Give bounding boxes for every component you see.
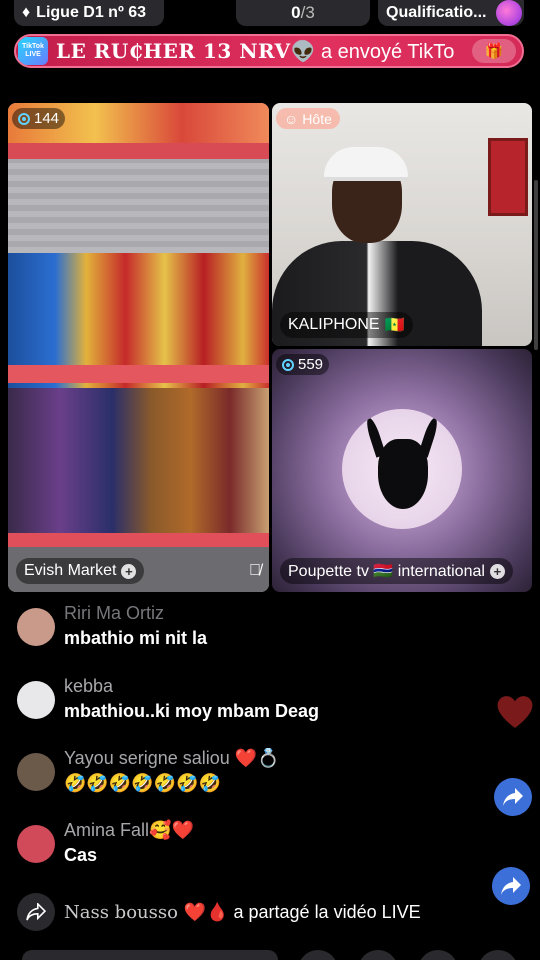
host-badge: ☺ Hôte [276, 108, 340, 129]
comment-username: Amina Fall🥰❤️ [64, 820, 194, 840]
share-outline-icon [26, 903, 46, 921]
host-video-tile[interactable]: ☺ Hôte KALIPHONE 🇸🇳 [272, 103, 532, 346]
share-action: a partagé la vidéo LIVE [228, 901, 421, 922]
qualification-badge-icon [496, 0, 522, 26]
diamond-icon: ♦ [22, 4, 31, 21]
guest-nametag[interactable]: Poupette tv 🇬🇲 international + [280, 558, 513, 584]
wall-poster [488, 138, 528, 216]
host-icon: ☺ [284, 110, 299, 127]
gift-banner[interactable]: TikTok LIVE LE RU₵HER 13 NRV👽 a envoyé T… [14, 34, 524, 68]
host-name: KALIPHONE [288, 316, 380, 333]
qualification-pill[interactable]: Qualificatio... [378, 0, 524, 26]
follow-plus-icon[interactable]: + [121, 563, 137, 579]
video-frame-detail [8, 143, 269, 159]
viewer-count-badge: 144 [12, 108, 66, 129]
guest-avatar [342, 409, 462, 529]
senegal-flag-icon: 🇸🇳 [384, 317, 405, 334]
guest-video-tile-2[interactable]: 559 Poupette tv 🇬🇲 international + [272, 349, 532, 592]
video-frame-detail [8, 365, 269, 383]
host-figure-cap [324, 147, 408, 181]
bottom-action-button[interactable] [298, 950, 338, 960]
avatar-mask [378, 439, 428, 509]
bottom-action-button[interactable] [478, 950, 518, 960]
share-notification-text: Nass bousso ❤️🩸 a partagé la vidéo LIVE [64, 902, 421, 923]
comment-username: Yayou serigne saliou ❤️💍 [64, 748, 280, 768]
gift-alien-icon: 👽 [290, 40, 316, 63]
share-notification[interactable]: Nass bousso ❤️🩸 a partagé la vidéo LIVE [17, 893, 421, 931]
commenter-avatar[interactable] [17, 825, 55, 863]
guest-name: Poupette tv 🇬🇲 international [288, 563, 485, 580]
league-label: Ligue D1 nº 63 [36, 4, 147, 21]
sharer-name: Nass bousso ❤️🩸 [64, 901, 229, 923]
comment-text: mbathiou..ki moy mbam Deag [64, 701, 320, 721]
match-counter: 0/3 [236, 0, 370, 26]
gift-sender: LE RU₵HER 13 NRV [56, 38, 291, 63]
commenter-avatar[interactable] [17, 753, 55, 791]
count-current: 0 [291, 3, 301, 22]
league-pill[interactable]: ♦ Ligue D1 nº 63 [14, 0, 164, 26]
share-arrow-icon [501, 877, 521, 895]
qualification-label: Qualificatio... [386, 4, 487, 21]
viewer-icon [282, 358, 294, 371]
comment-text: 🤣🤣🤣🤣🤣🤣🤣 [64, 773, 221, 793]
comment-item[interactable]: kebba mbathiou..ki moy mbam Deag [17, 676, 319, 722]
gift-box-icon[interactable]: 🎁 [472, 39, 516, 63]
gift-banner-text: LE RU₵HER 13 NRV👽 a envoyé TikTo [56, 39, 456, 64]
guest-video-tile-1[interactable]: 144 Evish Market + 🎙̸ [8, 103, 269, 592]
viewer-count: 144 [34, 110, 60, 127]
commenter-avatar[interactable] [17, 608, 55, 646]
viewer-icon [18, 112, 30, 125]
gift-action: a envoyé TikTo [315, 40, 455, 63]
viewer-count: 559 [298, 356, 324, 373]
comment-text: mbathio mi nit la [64, 628, 208, 648]
share-arrow-icon [503, 788, 523, 806]
scroll-indicator[interactable] [534, 180, 538, 350]
commenter-avatar[interactable] [17, 681, 55, 719]
host-nametag[interactable]: KALIPHONE 🇸🇳 [280, 312, 413, 338]
comment-text: Cas [64, 845, 98, 865]
comment-item[interactable]: Yayou serigne saliou ❤️💍 🤣🤣🤣🤣🤣🤣🤣 [17, 748, 280, 794]
comment-username: kebba [64, 676, 114, 696]
bottom-action-button[interactable] [418, 950, 458, 960]
tiktok-live-logo-icon: TikTok LIVE [18, 37, 48, 65]
host-label: Hôte [302, 110, 332, 127]
comment-username: Riri Ma Ortiz [64, 603, 164, 623]
video-frame-detail [8, 388, 269, 543]
comment-item[interactable]: Riri Ma Ortiz mbathio mi nit la [17, 603, 207, 649]
guest-nametag[interactable]: Evish Market + [16, 558, 145, 584]
video-frame-detail [8, 533, 269, 547]
heart-icon[interactable] [496, 694, 534, 730]
share-button[interactable] [492, 867, 530, 905]
guest-name: Evish Market [24, 562, 117, 579]
viewer-count-badge: 559 [276, 354, 330, 375]
comment-input[interactable] [22, 950, 278, 960]
comment-item[interactable]: Amina Fall🥰❤️ Cas [17, 820, 194, 866]
share-button[interactable] [494, 778, 532, 816]
follow-plus-icon[interactable]: + [489, 563, 505, 579]
bottom-action-button[interactable] [358, 950, 398, 960]
muted-mic-icon: 🎙̸ [249, 562, 261, 579]
count-total: /3 [300, 3, 315, 22]
share-notification-icon [17, 893, 55, 931]
